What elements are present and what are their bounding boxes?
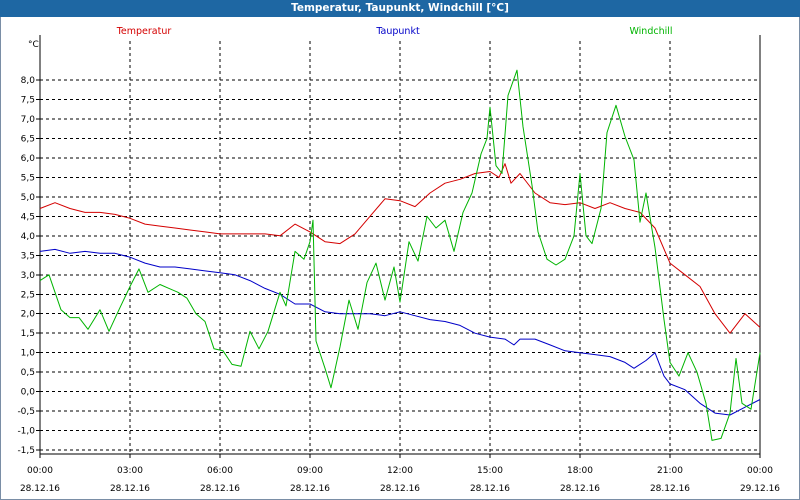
y-tick-label: -1,5 [17,446,35,456]
legend-entry-temperatur: Temperatur [116,26,172,37]
y-tick-label: -1,0 [17,427,35,437]
legend-layer: Temperatur Taupunkt Windchill [116,26,673,37]
x-tick-date: 28.12.16 [650,484,690,494]
x-tick-date: 28.12.16 [470,484,510,494]
x-tick-date: 29.12.16 [740,484,780,494]
y-tick-label: 3,5 [21,251,35,261]
x-tick-date: 28.12.16 [200,484,240,494]
grid-layer [40,41,760,454]
chart-svg: -1,5 -1,0 -0,5 0,0 0,5 1,0 1,5 2,0 2,5 3,0 3,5 4,0 4… [17,26,780,494]
x-tick-time: 12:00 [387,466,413,476]
y-tick-label: 1,0 [21,349,36,359]
x-tick-time: 00:00 [27,466,53,476]
x-tick-time: 00:00 [747,466,773,476]
y-tick-label: 5,0 [21,193,36,203]
axis-layer: -1,5 -1,0 -0,5 0,0 0,5 1,0 1,5 2,0 2,5 3,0 3,5 4,0 4… [17,35,780,494]
y-tick-label: 2,5 [21,290,35,300]
y-tick-label: 6,5 [21,134,35,144]
y-tick-label: 5,5 [21,173,35,183]
y-tick-label: 0,0 [21,388,36,398]
y-tick-label: 8,0 [21,76,36,86]
y-tick-label: 7,5 [21,95,35,105]
y-tick-label: 4,5 [21,212,35,222]
x-tick-time: 18:00 [567,466,593,476]
legend-entry-windchill: Windchill [629,26,672,37]
x-tick-time: 21:00 [657,466,683,476]
window-title: Temperatur, Taupunkt, Windchill [°C] [0,0,800,17]
x-tick-date: 28.12.16 [560,484,600,494]
y-tick-label: 4,0 [21,232,36,242]
chart-frame: -1,5 -1,0 -0,5 0,0 0,5 1,0 1,5 2,0 2,5 3,0 3,5 4,0 4… [0,17,800,500]
y-tick-label: -0,5 [17,407,35,417]
y-tick-label: 2,0 [21,310,36,320]
y-tick-label: 6,0 [21,154,36,164]
x-tick-date: 28.12.16 [20,484,60,494]
x-tick-time: 06:00 [207,466,233,476]
y-tick-label: 3,0 [21,271,36,281]
x-tick-date: 28.12.16 [380,484,420,494]
y-tick-label: 1,5 [21,329,35,339]
y-unit-label: °C [28,40,39,50]
x-tick-date: 28.12.16 [290,484,330,494]
y-tick-label: 0,5 [21,368,35,378]
legend-entry-taupunkt: Taupunkt [375,26,420,37]
x-tick-time: 03:00 [117,466,143,476]
x-tick-time: 15:00 [477,466,503,476]
x-tick-time: 09:00 [297,466,323,476]
x-tick-date: 28.12.16 [110,484,150,494]
y-tick-label: 7,0 [21,115,36,125]
